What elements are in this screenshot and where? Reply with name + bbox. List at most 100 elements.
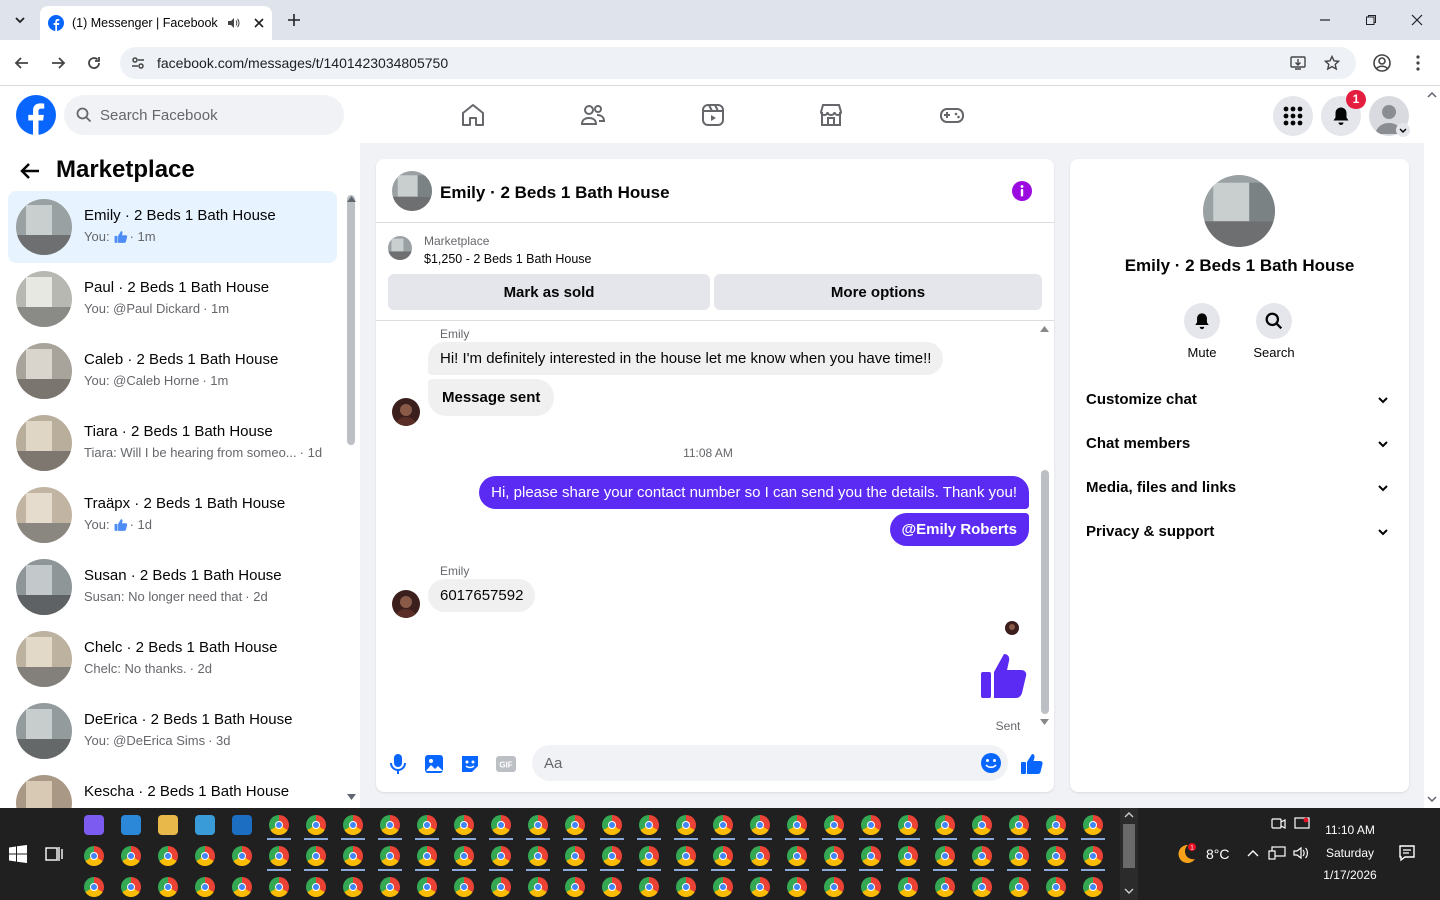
- nav-marketplace[interactable]: [775, 90, 887, 140]
- thread-scrollbar[interactable]: [1041, 470, 1049, 714]
- chrome-window-icon[interactable]: [269, 815, 289, 835]
- weather-moon-icon[interactable]: 1: [1174, 842, 1198, 866]
- conversation-item[interactable]: DeErica · 2 Beds 1 Bath House You: @DeEri…: [8, 695, 337, 767]
- scroll-up-icon[interactable]: [1040, 326, 1049, 332]
- chat-title[interactable]: Emily · 2 Beds 1 Bath House: [440, 183, 670, 203]
- chrome-window-icon[interactable]: [676, 877, 696, 897]
- chrome-window-icon[interactable]: [528, 815, 548, 835]
- bookmark-star-icon[interactable]: [1324, 55, 1340, 71]
- photo-icon[interactable]: [422, 752, 446, 776]
- taskbar-app-icon[interactable]: [195, 815, 215, 835]
- chrome-window-icon[interactable]: [750, 846, 770, 866]
- search-action[interactable]: Search: [1244, 303, 1304, 360]
- chrome-window-icon[interactable]: [343, 815, 363, 835]
- install-app-icon[interactable]: [1290, 55, 1306, 71]
- emoji-icon[interactable]: [980, 752, 1002, 774]
- chrome-window-icon[interactable]: [491, 877, 511, 897]
- screen-share-icon[interactable]: [1294, 816, 1310, 832]
- chrome-window-icon[interactable]: [380, 846, 400, 866]
- chrome-window-icon[interactable]: [343, 846, 363, 866]
- chrome-window-icon[interactable]: [898, 877, 918, 897]
- close-tab-icon[interactable]: [254, 18, 264, 28]
- chrome-window-icon[interactable]: [972, 815, 992, 835]
- message-input[interactable]: [544, 745, 964, 781]
- outgoing-message[interactable]: Hi, please share your contact number so …: [479, 476, 1029, 509]
- chrome-window-icon[interactable]: [565, 815, 585, 835]
- chrome-window-icon[interactable]: [1046, 815, 1066, 835]
- conversation-item[interactable]: Tiara · 2 Beds 1 Bath House Tiara: Will I…: [8, 407, 337, 479]
- section-chat-members[interactable]: Chat members: [1078, 422, 1401, 466]
- task-view-icon[interactable]: [45, 845, 63, 863]
- chrome-window-icon[interactable]: [84, 846, 104, 866]
- chrome-window-icon[interactable]: [232, 846, 252, 866]
- chrome-window-icon[interactable]: [1009, 846, 1029, 866]
- chrome-window-icon[interactable]: [491, 815, 511, 835]
- send-like-icon[interactable]: [1020, 752, 1044, 776]
- chrome-window-icon[interactable]: [417, 877, 437, 897]
- chrome-window-icon[interactable]: [454, 815, 474, 835]
- chrome-window-icon[interactable]: [528, 877, 548, 897]
- chrome-window-icon[interactable]: [676, 815, 696, 835]
- chrome-window-icon[interactable]: [602, 877, 622, 897]
- chrome-window-icon[interactable]: [1009, 877, 1029, 897]
- chevron-up-icon[interactable]: [1246, 848, 1260, 858]
- chrome-window-icon[interactable]: [417, 846, 437, 866]
- mark-as-sold-button[interactable]: Mark as sold: [388, 274, 710, 310]
- browser-menu-button[interactable]: [1404, 49, 1432, 77]
- menu-button[interactable]: [1273, 96, 1313, 136]
- sender-avatar[interactable]: [392, 590, 420, 618]
- forward-button[interactable]: [44, 49, 72, 77]
- chrome-window-icon[interactable]: [84, 877, 104, 897]
- chrome-window-icon[interactable]: [935, 815, 955, 835]
- chrome-window-icon[interactable]: [306, 846, 326, 866]
- taskbar-app-icon[interactable]: [158, 815, 178, 835]
- scroll-up-icon[interactable]: [1427, 92, 1437, 98]
- sidebar-scrollbar[interactable]: [347, 195, 355, 445]
- scroll-down-icon[interactable]: [1427, 796, 1437, 802]
- chrome-window-icon[interactable]: [1009, 815, 1029, 835]
- conversation-item[interactable]: Kescha · 2 Beds 1 Bath House: [8, 767, 337, 808]
- tab-search-button[interactable]: [8, 8, 32, 32]
- clock-day[interactable]: Saturday: [1312, 846, 1388, 860]
- like-icon[interactable]: [980, 652, 1030, 702]
- network-icon[interactable]: [1268, 845, 1286, 861]
- chrome-window-icon[interactable]: [306, 815, 326, 835]
- mute-action[interactable]: Mute: [1172, 303, 1232, 360]
- page-scrollbar[interactable]: [1424, 86, 1440, 808]
- gif-icon[interactable]: GIF: [494, 752, 518, 776]
- conversation-item[interactable]: Traäpx · 2 Beds 1 Bath House You: · 1d: [8, 479, 337, 551]
- conversation-item[interactable]: Caleb · 2 Beds 1 Bath House You: @Caleb H…: [8, 335, 337, 407]
- chrome-window-icon[interactable]: [1046, 877, 1066, 897]
- notification-center-icon[interactable]: [1398, 844, 1416, 862]
- nav-friends[interactable]: [537, 90, 649, 140]
- info-icon[interactable]: [1012, 181, 1032, 201]
- section-privacy-support[interactable]: Privacy & support: [1078, 510, 1401, 554]
- chrome-window-icon[interactable]: [750, 815, 770, 835]
- scroll-down-icon[interactable]: [347, 794, 356, 800]
- profile-button[interactable]: [1368, 49, 1396, 77]
- chat-avatar[interactable]: [392, 171, 432, 211]
- chrome-window-icon[interactable]: [195, 877, 215, 897]
- chrome-window-icon[interactable]: [565, 877, 585, 897]
- chrome-window-icon[interactable]: [787, 815, 807, 835]
- chrome-window-icon[interactable]: [269, 877, 289, 897]
- nav-home[interactable]: [417, 90, 529, 140]
- site-settings-icon[interactable]: [130, 55, 146, 71]
- taskbar-app-icon[interactable]: [121, 815, 141, 835]
- chrome-window-icon[interactable]: [343, 877, 363, 897]
- sticker-icon[interactable]: [458, 752, 482, 776]
- profile-avatar[interactable]: [1203, 175, 1275, 247]
- chrome-window-icon[interactable]: [528, 846, 548, 866]
- address-bar[interactable]: facebook.com/messages/t/1401423034805750: [120, 47, 1356, 79]
- scroll-up-icon[interactable]: [1124, 812, 1134, 818]
- taskbar-scrollbar[interactable]: [1120, 808, 1138, 900]
- chrome-window-icon[interactable]: [898, 815, 918, 835]
- conversation-item[interactable]: Emily · 2 Beds 1 Bath House You: · 1m: [8, 191, 337, 263]
- chrome-window-icon[interactable]: [824, 815, 844, 835]
- chrome-window-icon[interactable]: [861, 846, 881, 866]
- weather-temp[interactable]: 8°C: [1206, 846, 1230, 862]
- conversation-item[interactable]: Paul · 2 Beds 1 Bath House You: @Paul Dic…: [8, 263, 337, 335]
- listing-thumbnail[interactable]: [388, 236, 412, 260]
- sender-avatar[interactable]: [392, 398, 420, 426]
- chrome-window-icon[interactable]: [306, 877, 326, 897]
